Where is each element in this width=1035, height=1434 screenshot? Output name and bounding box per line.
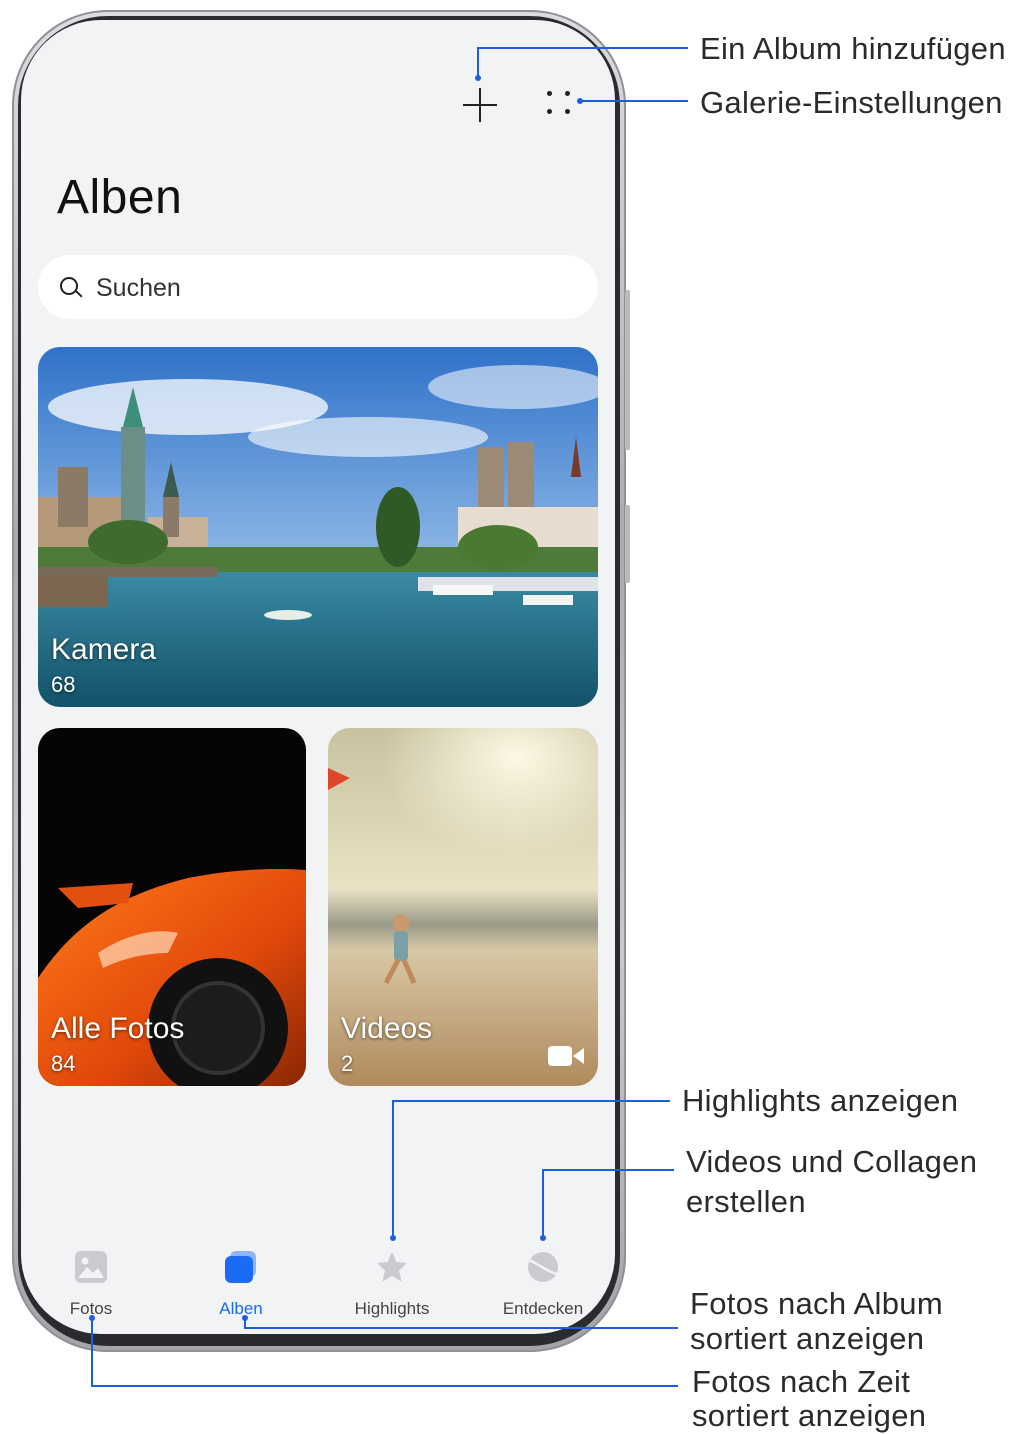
callout-by-time-line1: Fotos nach Zeit	[692, 1364, 911, 1399]
callout-lines	[89, 47, 688, 1387]
callout-by-album-line1: Fotos nach Album	[690, 1286, 943, 1321]
callout-settings: Galerie-Einstellungen	[700, 85, 1003, 120]
callout-by-album-line2: sortiert anzeigen	[690, 1321, 925, 1356]
callout-add-album: Ein Album hinzufügen	[700, 31, 1006, 66]
callout-create-line2: erstellen	[686, 1184, 806, 1219]
callout-highlights: Highlights anzeigen	[682, 1083, 959, 1118]
callout-create-line1: Videos und Collagen	[686, 1144, 978, 1179]
callout-by-time-line2: sortiert anzeigen	[692, 1398, 927, 1433]
